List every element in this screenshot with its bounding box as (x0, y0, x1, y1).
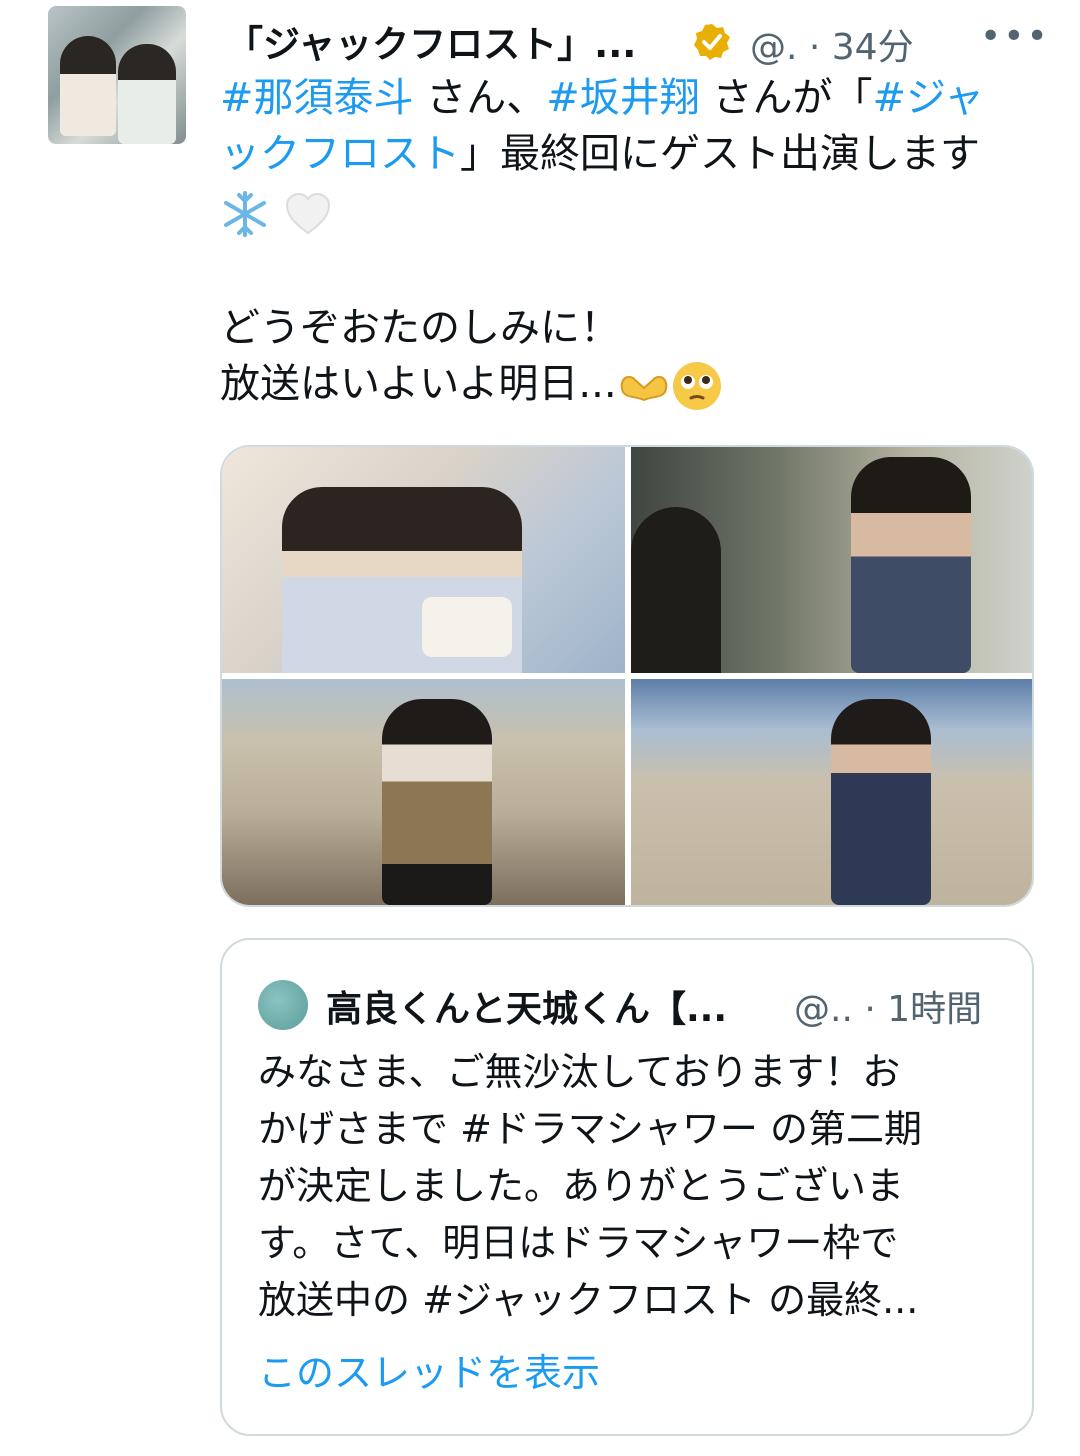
show-thread-link[interactable]: このスレッドを表示 (258, 1342, 600, 1397)
quoted-author-avatar (258, 980, 308, 1030)
text-fragment: 」最終回にゲスト出演します (460, 131, 980, 177)
photo-figure (631, 507, 721, 673)
pleading-face-icon (672, 362, 721, 410)
quoted-text-line: かげさまで #ドラマシャワー の第二期 (258, 1107, 922, 1151)
heart-hands-icon (620, 376, 667, 402)
quoted-text-line: 放送中の #ジャックフロスト の最終... (258, 1278, 919, 1322)
author-handle-time: @. · 34分 (750, 27, 914, 68)
media-grid (220, 445, 1034, 907)
more-options-icon[interactable]: ••• (980, 16, 1050, 57)
verified-badge-icon (694, 24, 730, 60)
snowflake-icon (224, 191, 266, 237)
avatar-person-right (118, 44, 176, 144)
tweet-line-1: #那須泰斗 さん、#坂井翔 さんが「#ジャ (220, 70, 984, 126)
photo-4[interactable] (631, 679, 1032, 905)
tweet-header: 「ジャックフロスト」... @. · 34分 ••• (226, 10, 1058, 68)
quoted-author-handle-time: @.. · 1時間 (794, 989, 983, 1030)
author-avatar[interactable] (48, 6, 186, 144)
white-heart-icon (285, 192, 330, 235)
hashtag-link[interactable]: #那須泰斗 (220, 75, 414, 121)
photo-figure (831, 699, 931, 905)
hashtag-link[interactable]: #坂井翔 (546, 75, 700, 121)
hashtag-link[interactable]: ックフロスト (220, 131, 460, 177)
photo-3[interactable] (222, 679, 625, 905)
quoted-author-name: 高良くんと天城くん【... (326, 989, 728, 1030)
quoted-text-line: が決定しました。ありがとうございま (258, 1164, 905, 1208)
tweet-line-5: 放送はいよいよ明日... (220, 356, 723, 412)
photo-figure (851, 457, 971, 673)
hashtag-link[interactable]: #ジャ (872, 75, 984, 121)
tweet-line-3 (220, 184, 333, 240)
avatar-person-left (60, 36, 116, 136)
text-fragment: さんが「 (699, 75, 873, 121)
tweet-line-4: どうぞおたのしみに！ (220, 305, 620, 351)
text-fragment: さん、 (413, 75, 547, 121)
coffee-cup (422, 597, 512, 657)
photo-figure (382, 699, 492, 905)
quoted-tweet[interactable]: 高良くんと天城くん【... @.. · 1時間 みなさま、ご無沙汰しております！… (220, 938, 1034, 1436)
text-fragment: 放送はいよいよ明日... (220, 361, 617, 407)
quoted-text-line: みなさま、ご無沙汰しております！お (258, 1050, 901, 1094)
quoted-text-line: す。さて、明日はドラマシャワー枠で (258, 1221, 899, 1265)
photo-2[interactable] (631, 447, 1032, 673)
author-name[interactable]: 「ジャックフロスト」... (226, 14, 636, 68)
photo-1[interactable] (222, 447, 625, 673)
tweet-line-2: ックフロスト」最終回にゲスト出演します (220, 126, 980, 182)
